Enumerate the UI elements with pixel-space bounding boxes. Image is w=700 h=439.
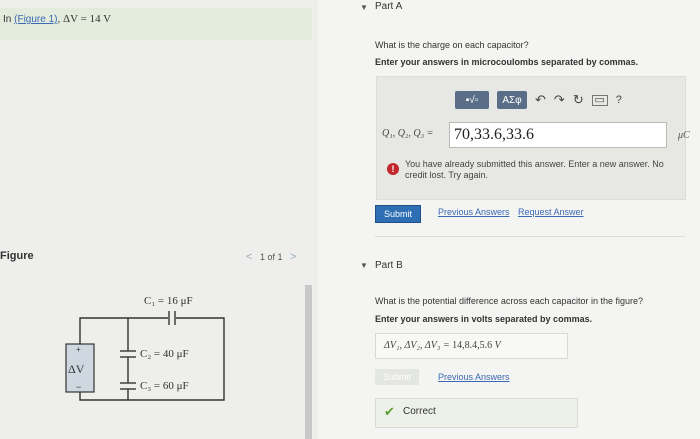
battery-plus: + [76,345,81,354]
circuit-diagram: + − ΔV C₁ = 16 μF C₂ = 40 μF C₃ = 60 μF [65,295,225,401]
request-answer-link[interactable]: Request Answer [518,207,584,217]
part-a-submit-button[interactable]: Submit [375,205,421,223]
figure-panel: In (Figure 1), ΔV = 14 V Figure < 1 of 1… [0,0,318,439]
templates-button[interactable]: ▪√▫ [455,91,489,109]
part-a-previous-answers-link[interactable]: Previous Answers [438,207,510,217]
undo-icon[interactable]: ↶ [535,92,546,108]
part-a-unit: μC [678,130,690,141]
figure-scrollbar[interactable] [305,285,312,439]
intro-math: ΔV = 14 V [63,13,112,25]
part-b-question: What is the potential difference across … [375,296,643,306]
part-a-warning: You have already submitted this answer. … [405,159,664,180]
figure-pager: < 1 of 1 > [246,251,296,263]
part-a-title[interactable]: Part A [375,1,402,12]
figure-link[interactable]: (Figure 1) [14,14,57,25]
part-b-previous-answers-link[interactable]: Previous Answers [438,372,510,382]
c1-label: C₁ = 16 μF [144,295,193,307]
part-b-answer-display: ΔV₁, ΔV₂, ΔV₃ = 14,8.4,5.6 V [375,333,568,359]
part-b-submit-button: Submit [375,369,419,385]
collapse-part-b-icon[interactable]: ▼ [360,261,368,270]
help-button[interactable]: ? [616,94,622,106]
symbols-button[interactable]: ΑΣφ [497,91,527,109]
part-a-answer-input[interactable]: 70,33.6,33.6 [449,122,667,148]
part-b-title[interactable]: Part B [375,260,403,271]
part-divider [375,236,685,237]
warning-icon: ! [387,163,399,175]
reset-icon[interactable]: ↻ [573,92,584,108]
intro-text: In (Figure 1), ΔV = 14 V [0,8,312,40]
next-figure-button[interactable]: > [290,251,296,263]
part-a-instruction: Enter your answers in microcoulombs sepa… [375,57,639,67]
part-a-question: What is the charge on each capacitor? [375,40,529,50]
math-toolbar: ▪√▫ ΑΣφ ↶ ↷ ↻ ▭ ? [455,90,622,110]
checkmark-icon: ✔ [384,404,395,419]
part-b-instruction: Enter your answers in volts separated by… [375,314,593,324]
collapse-part-a-icon[interactable]: ▼ [360,3,368,12]
part-a-input-label: Q₁, Q₂, Q₃ = [382,128,434,139]
c3-label: C₃ = 60 μF [140,380,189,392]
battery-minus: − [76,382,81,392]
keyboard-icon[interactable]: ▭ [591,94,608,106]
part-b-answer-unit: V [494,340,501,351]
c2-label: C₂ = 40 μF [140,348,189,360]
figure-label: Figure [0,250,34,262]
correct-status-text: Correct [403,406,436,417]
redo-icon[interactable]: ↷ [554,92,565,108]
battery-label: ΔV [68,362,85,376]
part-b-answer-label: ΔV₁, ΔV₂, ΔV₃ = [384,340,450,351]
part-b-answer-value: 14,8.4,5.6 [452,340,493,351]
intro-prefix: In [3,14,12,25]
prev-figure-button[interactable]: < [246,251,252,263]
pager-text: 1 of 1 [259,252,283,262]
